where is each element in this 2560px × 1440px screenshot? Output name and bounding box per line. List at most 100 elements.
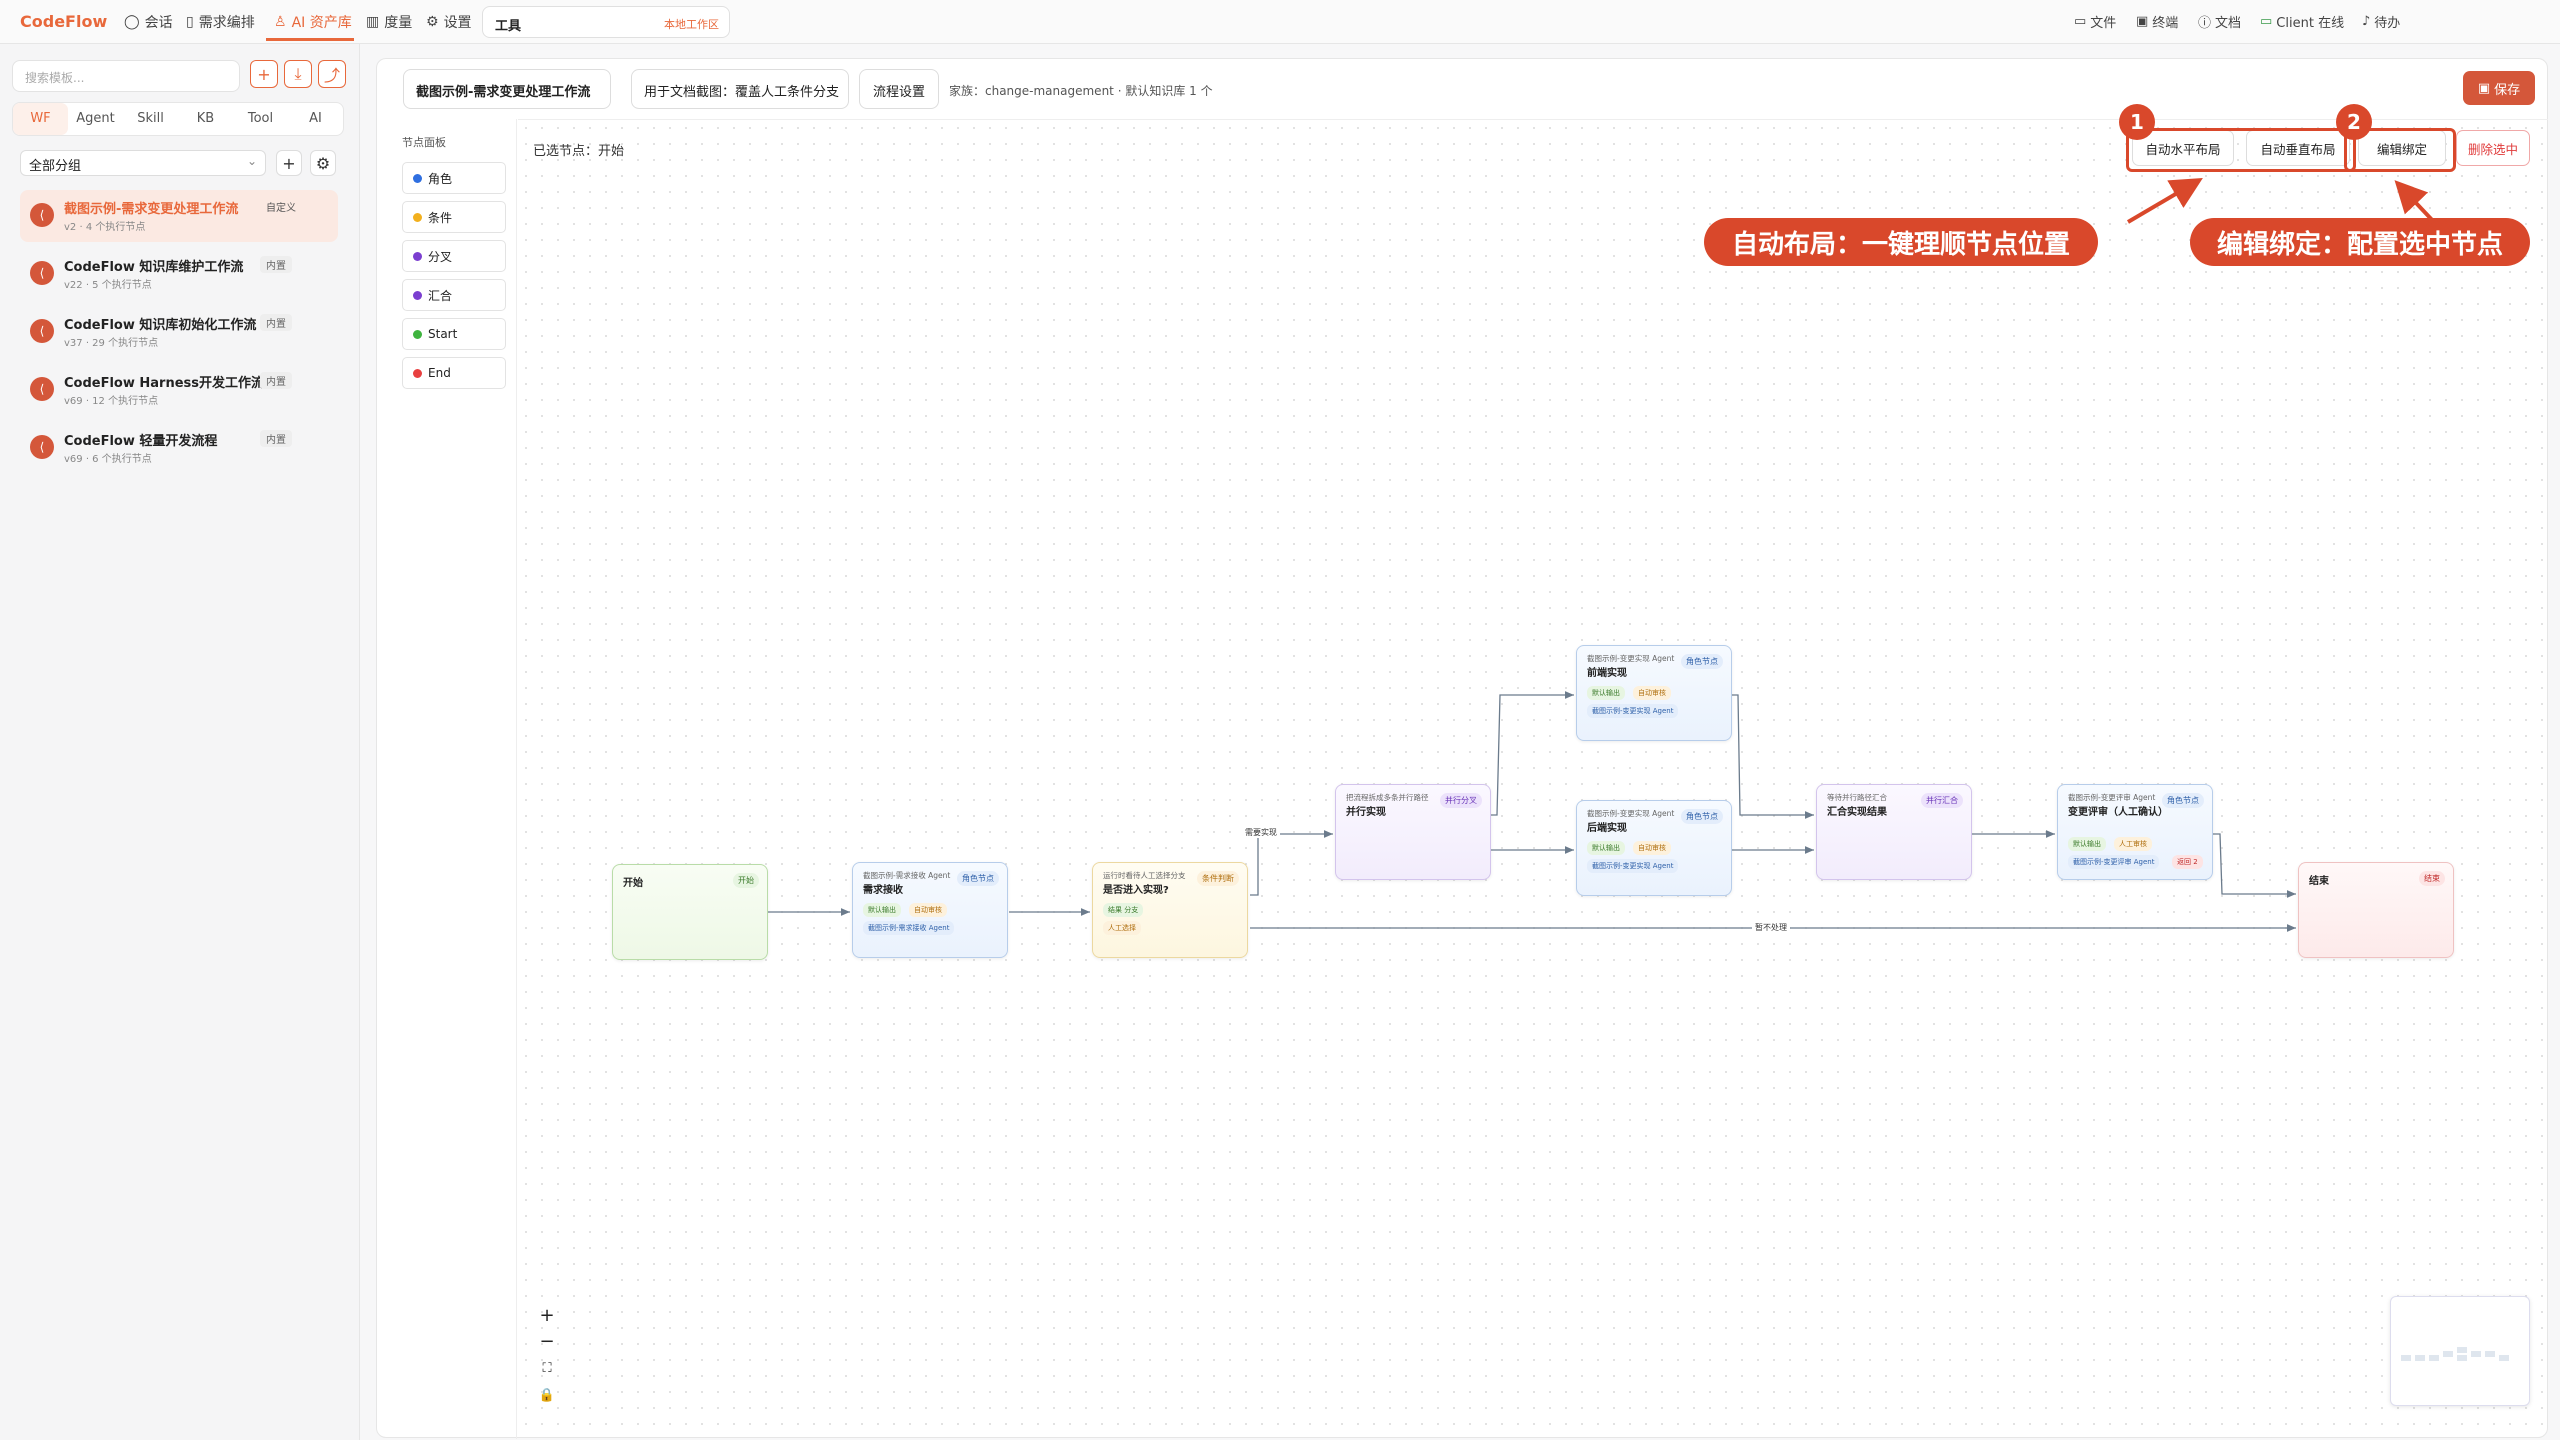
node-chip: 返回 2 (2172, 855, 2203, 869)
people-icon: ♙ (274, 14, 287, 30)
gear-icon: ⚙ (426, 14, 439, 30)
delete-selected-button[interactable]: 删除选中 (2456, 130, 2530, 166)
group-select[interactable]: 全部分组 ⌄ (20, 150, 266, 176)
active-nav-underline (266, 38, 354, 41)
node-receive[interactable]: 截图示例-需求接收 Agent 需求接收 角色节点 默认输出 自动审核 截图示例… (852, 862, 1008, 958)
fork-dot-icon (413, 251, 422, 261)
tab-agent[interactable]: Agent (68, 103, 123, 135)
palette-item-end[interactable]: End (402, 357, 506, 389)
minimap-preview (2401, 1347, 2509, 1361)
node-backend[interactable]: 截图示例-变更实现 Agent 后端实现 角色节点 默认输出 自动审核 截图示例… (1576, 800, 1732, 896)
condition-dot-icon (413, 212, 422, 222)
nav-chat[interactable]: ◯ 会话 (124, 12, 173, 32)
workflow-list-item[interactable]: ⟨ CodeFlow 知识库初始化工作流 v37 · 29 个执行节点 内置 (20, 306, 338, 358)
workflow-family: 家族：change-management · 默认知识库 1 个 (949, 84, 1213, 98)
node-subtitle: 截图示例-变更实现 Agent (1587, 809, 1675, 818)
tool-input-value: 工具 (495, 19, 522, 34)
workflow-icon: ⟨ (30, 203, 54, 227)
minimap[interactable] (2390, 1296, 2530, 1406)
workflow-meta: v69 · 6 个执行节点 (64, 454, 152, 465)
asset-type-tabs: WF Agent Skill KB Tool AI (12, 102, 344, 136)
annotation-callout-binding: 编辑绑定：配置选中节点 (2190, 218, 2530, 266)
workflow-title: CodeFlow 轻量开发流程 (64, 434, 218, 449)
role-dot-icon (413, 173, 422, 183)
plus-icon: + (539, 1304, 555, 1326)
palette-item-start[interactable]: Start (402, 318, 506, 350)
join-dot-icon (413, 290, 422, 300)
palette-item-fork[interactable]: 分叉 (402, 240, 506, 272)
lock-button[interactable]: 🔒 (534, 1382, 560, 1408)
fit-view-button[interactable]: ⛶ (534, 1355, 560, 1381)
node-chip: 截图示例-变更评审 Agent (2068, 855, 2160, 869)
node-tag: 并行汇合 (1921, 793, 1963, 808)
workflow-title: CodeFlow Harness开发工作流 (64, 376, 265, 391)
workflow-list-item[interactable]: ⟨ CodeFlow 知识库维护工作流 v22 · 5 个执行节点 内置 (20, 248, 338, 300)
workflow-meta: v69 · 12 个执行节点 (64, 396, 159, 407)
node-join[interactable]: 等待并行路径汇合 汇合实现结果 并行汇合 (1816, 784, 1972, 880)
nav-requirements[interactable]: ▯ 需求编排 (186, 12, 255, 32)
tab-wf[interactable]: WF (13, 103, 68, 135)
tab-ai[interactable]: AI (288, 103, 343, 135)
nav-metrics[interactable]: ▥ 度量 (366, 12, 412, 32)
palette-item-role[interactable]: 角色 (402, 162, 506, 194)
node-start[interactable]: 开始 开始 (612, 864, 768, 960)
nav-todo[interactable]: ♪ 待办 (2362, 12, 2400, 31)
nav-docs[interactable]: ⓘ 文档 (2198, 12, 2241, 31)
workflow-badge: 内置 (260, 256, 292, 273)
workflow-list-item[interactable]: ⟨ 截图示例-需求变更处理工作流 v2 · 4 个执行节点 自定义 (20, 190, 338, 242)
node-condition[interactable]: 运行时看待人工选择分支 是否进入实现? 条件判断 结果 分支 人工选择 (1092, 862, 1248, 958)
node-tag: 开始 (733, 873, 759, 888)
add-template-button[interactable]: + (250, 60, 278, 88)
node-title: 汇合实现结果 (1827, 807, 1887, 818)
export-template-button[interactable]: ⤴ (318, 60, 346, 88)
save-button[interactable]: ▣ 保存 (2463, 71, 2535, 105)
nav-terminal[interactable]: ▣ 终端 (2136, 12, 2178, 31)
node-tag: 角色节点 (1681, 809, 1723, 824)
save-label: 保存 (2494, 82, 2521, 98)
workflow-icon: ⟨ (30, 377, 54, 401)
tool-input[interactable]: 工具 本地工作区 (482, 6, 730, 38)
node-title: 需求接收 (863, 885, 903, 896)
doc-icon: ▯ (186, 14, 194, 30)
workflow-list-item[interactable]: ⟨ CodeFlow 轻量开发流程 v69 · 6 个执行节点 内置 (20, 422, 338, 474)
tab-kb[interactable]: KB (178, 103, 233, 135)
workflow-canvas[interactable] (518, 119, 2548, 1439)
save-icon: ▣ (2477, 80, 2491, 96)
node-fork[interactable]: 把流程拆成多条并行路径 并行实现 并行分叉 (1335, 784, 1491, 880)
app-logo[interactable]: CodeFlow (20, 12, 107, 31)
template-search-input[interactable]: 搜索模板... (12, 60, 240, 92)
palette-title: 节点面板 (402, 136, 446, 149)
node-title: 变更评审（人工确认） (2068, 807, 2168, 818)
node-end[interactable]: 结束 结束 (2298, 862, 2454, 958)
palette-item-join[interactable]: 汇合 (402, 279, 506, 311)
palette-item-condition[interactable]: 条件 (402, 201, 506, 233)
tab-tool[interactable]: Tool (233, 103, 288, 135)
edge-label-skip: 暂不处理 (1752, 922, 1790, 933)
workflow-settings-button[interactable]: 流程设置 (859, 69, 939, 109)
import-template-button[interactable]: ⤓ (284, 60, 312, 88)
node-frontend[interactable]: 截图示例-变更实现 Agent 前端实现 角色节点 默认输出 自动审核 截图示例… (1576, 645, 1732, 741)
annotation-number-1: 1 (2119, 104, 2155, 140)
node-review[interactable]: 截图示例-变更评审 Agent 变更评审（人工确认） 角色节点 默认输出 人工审… (2057, 784, 2213, 880)
node-chip: 默认输出 (1587, 686, 1625, 700)
workflow-name-input[interactable]: 截图示例-需求变更处理工作流 (403, 69, 611, 109)
zoom-in-button[interactable]: + (534, 1302, 560, 1328)
zoom-out-button[interactable]: − (534, 1328, 560, 1354)
plus-icon: + (282, 153, 296, 173)
workflow-icon: ⟨ (30, 435, 54, 459)
nav-settings[interactable]: ⚙ 设置 (426, 12, 472, 32)
node-chip: 默认输出 (863, 903, 901, 917)
node-tag: 条件判断 (1197, 871, 1239, 886)
nav-client-status[interactable]: ▭ Client 在线 (2260, 12, 2344, 31)
nav-files[interactable]: ▭ 文件 (2074, 12, 2116, 31)
selected-node-label: 已选节点：开始 (533, 144, 625, 159)
workflow-meta: v37 · 29 个执行节点 (64, 338, 159, 349)
tab-skill[interactable]: Skill (123, 103, 178, 135)
group-settings-button[interactable]: ⚙ (310, 150, 336, 176)
workflow-list-item[interactable]: ⟨ CodeFlow Harness开发工作流 v69 · 12 个执行节点 内… (20, 364, 338, 416)
add-group-button[interactable]: + (276, 150, 302, 176)
workflow-description-input[interactable]: 用于文档截图：覆盖人工条件分支 (631, 69, 849, 109)
workflow-icon: ⟨ (30, 319, 54, 343)
start-dot-icon (413, 329, 422, 339)
nav-ai-assets[interactable]: ♙ AI 资产库 (274, 12, 352, 32)
